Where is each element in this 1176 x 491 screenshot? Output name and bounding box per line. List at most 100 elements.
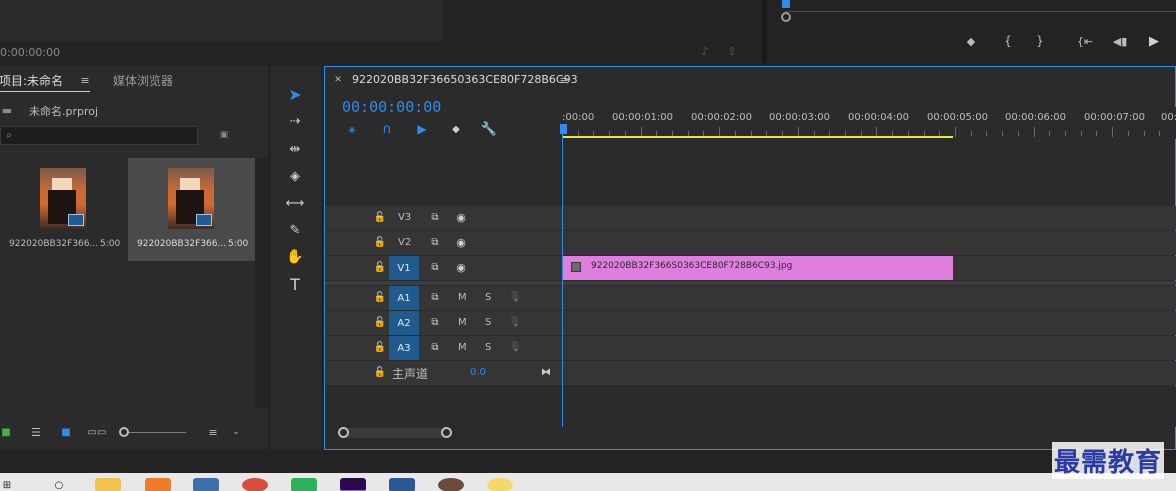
go-to-end-icon[interactable]: ⧓ [539, 366, 553, 378]
tab-media-browser[interactable]: 媒体浏览器 [113, 72, 173, 89]
in-out-range-bar[interactable] [562, 136, 953, 138]
lock-icon[interactable]: 🔓 [374, 366, 386, 378]
mark-in-icon[interactable]: { [1002, 34, 1014, 48]
microphone-icon[interactable]: 🎙 [509, 316, 522, 328]
chrome-icon[interactable] [242, 478, 268, 491]
track-label[interactable]: V3 [398, 212, 411, 223]
audio-track-a2[interactable]: 🔓 A2 ⧉ M S 🎙 [325, 311, 1176, 335]
nest-icon[interactable]: ⚹ [344, 122, 360, 136]
ripple-edit-icon[interactable]: ⇹ [284, 139, 306, 159]
track-label[interactable]: V2 [398, 237, 411, 248]
solo-button[interactable]: S [485, 317, 491, 328]
time-ruler[interactable]: :00:00 00:00:01:00 00:00:02:00 00:00:03:… [562, 107, 1176, 139]
track-target-a2[interactable]: A2 [389, 311, 419, 335]
word-icon[interactable] [389, 478, 415, 491]
type-icon[interactable]: T [284, 274, 306, 294]
wrench-icon[interactable]: 🔧 [481, 122, 497, 137]
sync-lock-icon[interactable]: ⧉ [428, 341, 442, 353]
mute-button[interactable]: M [458, 317, 467, 328]
mark-out-icon[interactable]: } [1034, 34, 1046, 48]
start-icon[interactable]: ⊞ [0, 480, 14, 491]
list-view-icon[interactable]: ☰ [28, 426, 44, 439]
sync-lock-icon[interactable]: ⧉ [428, 291, 442, 303]
timeline-timecode[interactable]: 00:00:00:00 [342, 98, 441, 116]
track-target-a1[interactable]: A1 [389, 286, 419, 310]
eye-icon[interactable]: ◉ [454, 236, 468, 249]
app-yellow-icon[interactable] [487, 478, 513, 491]
snap-icon[interactable]: ∩ [379, 122, 395, 137]
lock-icon[interactable]: 🔓 [374, 341, 386, 353]
track-target-v1[interactable]: V1 [389, 256, 419, 280]
new-bin-search-icon[interactable]: ▣ [216, 129, 232, 141]
app-green-icon[interactable] [291, 478, 317, 491]
master-track[interactable]: 🔓 主声道 0.0 ⧓ [325, 361, 1176, 385]
go-to-in-icon[interactable]: {⇤ [1075, 34, 1095, 48]
timeline-zoom-bar[interactable] [342, 428, 447, 438]
close-icon[interactable]: ✕ [333, 75, 343, 85]
selection-arrow-icon[interactable]: ➤ [284, 83, 306, 105]
eye-icon[interactable]: ◉ [454, 261, 468, 274]
track-select-icon[interactable]: ⇢ [284, 111, 306, 131]
zoom-handle-right[interactable] [441, 427, 452, 438]
solo-button[interactable]: S [485, 292, 491, 303]
sync-lock-icon[interactable]: ⧉ [428, 261, 442, 273]
program-scrub-bar[interactable] [785, 11, 1176, 12]
step-back-icon[interactable]: ◀▮ [1112, 34, 1128, 48]
hand-icon[interactable]: ✋ [284, 247, 306, 267]
premiere-pro-icon[interactable] [340, 478, 366, 491]
lock-icon[interactable]: 🔓 [374, 291, 386, 303]
pen-icon[interactable]: ✎ [284, 220, 306, 240]
project-item[interactable]: 922020BB32F366... 5:00 [128, 158, 255, 261]
microphone-icon[interactable]: 🎙 [509, 341, 522, 353]
play-icon[interactable]: ▶ [1146, 33, 1162, 49]
video-track-v2[interactable]: 🔓 V2 ⧉ ◉ [325, 231, 1176, 255]
insert-icon[interactable]: ♪ [697, 44, 713, 58]
app-cube-icon[interactable] [193, 478, 219, 491]
lock-icon[interactable]: ■ [0, 426, 12, 438]
lock-icon[interactable]: 🔓 [374, 211, 386, 223]
panel-menu-icon[interactable]: ≡ [558, 74, 570, 87]
tab-project[interactable]: 项目:未命名 [0, 72, 63, 89]
lock-icon[interactable]: 🔓 [374, 261, 386, 273]
razor-icon[interactable]: ◈ [284, 166, 306, 186]
zoom-slider-handle[interactable] [119, 427, 129, 437]
slip-icon[interactable]: ⟷ [284, 193, 306, 213]
user-avatar-icon[interactable] [438, 478, 464, 491]
audio-track-a3[interactable]: 🔓 A3 ⧉ M S 🎙 [325, 336, 1176, 360]
panel-menu-icon[interactable]: ≡ [79, 74, 91, 87]
program-zoom-handle[interactable] [781, 12, 791, 22]
lock-icon[interactable]: 🔓 [374, 316, 386, 328]
playhead-head[interactable] [560, 124, 567, 134]
mute-button[interactable]: M [458, 292, 467, 303]
app-orange-icon[interactable] [145, 478, 171, 491]
linked-selection-icon[interactable]: ▶ [414, 122, 430, 136]
zoom-handle-left[interactable] [338, 427, 349, 438]
video-track-v3[interactable]: 🔓 V3 ⧉ ◉ [325, 206, 1176, 230]
program-playhead[interactable] [782, 0, 790, 8]
microphone-icon[interactable]: 🎙 [509, 291, 522, 303]
timeline-tab-title[interactable]: 922020BB32F36650363CE80F728B6C93 [352, 73, 578, 86]
lock-icon[interactable]: 🔓 [374, 236, 386, 248]
timeline-clip[interactable]: 922020BB32F366S0363CE80F728B6C93.jpg [563, 256, 953, 280]
audio-track-a1[interactable]: 🔓 A1 ⧉ M S 🎙 [325, 286, 1176, 310]
sync-lock-icon[interactable]: ⧉ [428, 316, 442, 328]
file-explorer-icon[interactable] [95, 478, 121, 491]
freeform-view-icon[interactable]: ▭▭ [88, 426, 107, 438]
eye-icon[interactable]: ◉ [454, 211, 468, 224]
search-taskbar-icon[interactable]: ○ [52, 480, 66, 491]
project-item[interactable]: 922020BB32F366... 5:00 [0, 158, 127, 261]
master-volume-value[interactable]: 0.0 [470, 367, 486, 378]
sync-lock-icon[interactable]: ⧉ [428, 211, 442, 223]
add-marker-icon[interactable]: ◆ [449, 122, 463, 136]
mute-button[interactable]: M [458, 342, 467, 353]
zoom-slider-track[interactable] [129, 432, 186, 433]
sync-lock-icon[interactable]: ⧉ [428, 236, 442, 248]
search-input[interactable] [0, 126, 198, 145]
project-vertical-scrollbar[interactable] [255, 158, 268, 408]
marker-icon[interactable]: ◆ [965, 34, 977, 48]
track-target-a3[interactable]: A3 [389, 336, 419, 360]
export-frame-icon[interactable]: ⇪ [724, 44, 740, 58]
sort-icon[interactable]: ≡ [206, 426, 220, 439]
chevron-down-icon[interactable]: ⌄ [230, 426, 242, 438]
solo-button[interactable]: S [485, 342, 491, 353]
